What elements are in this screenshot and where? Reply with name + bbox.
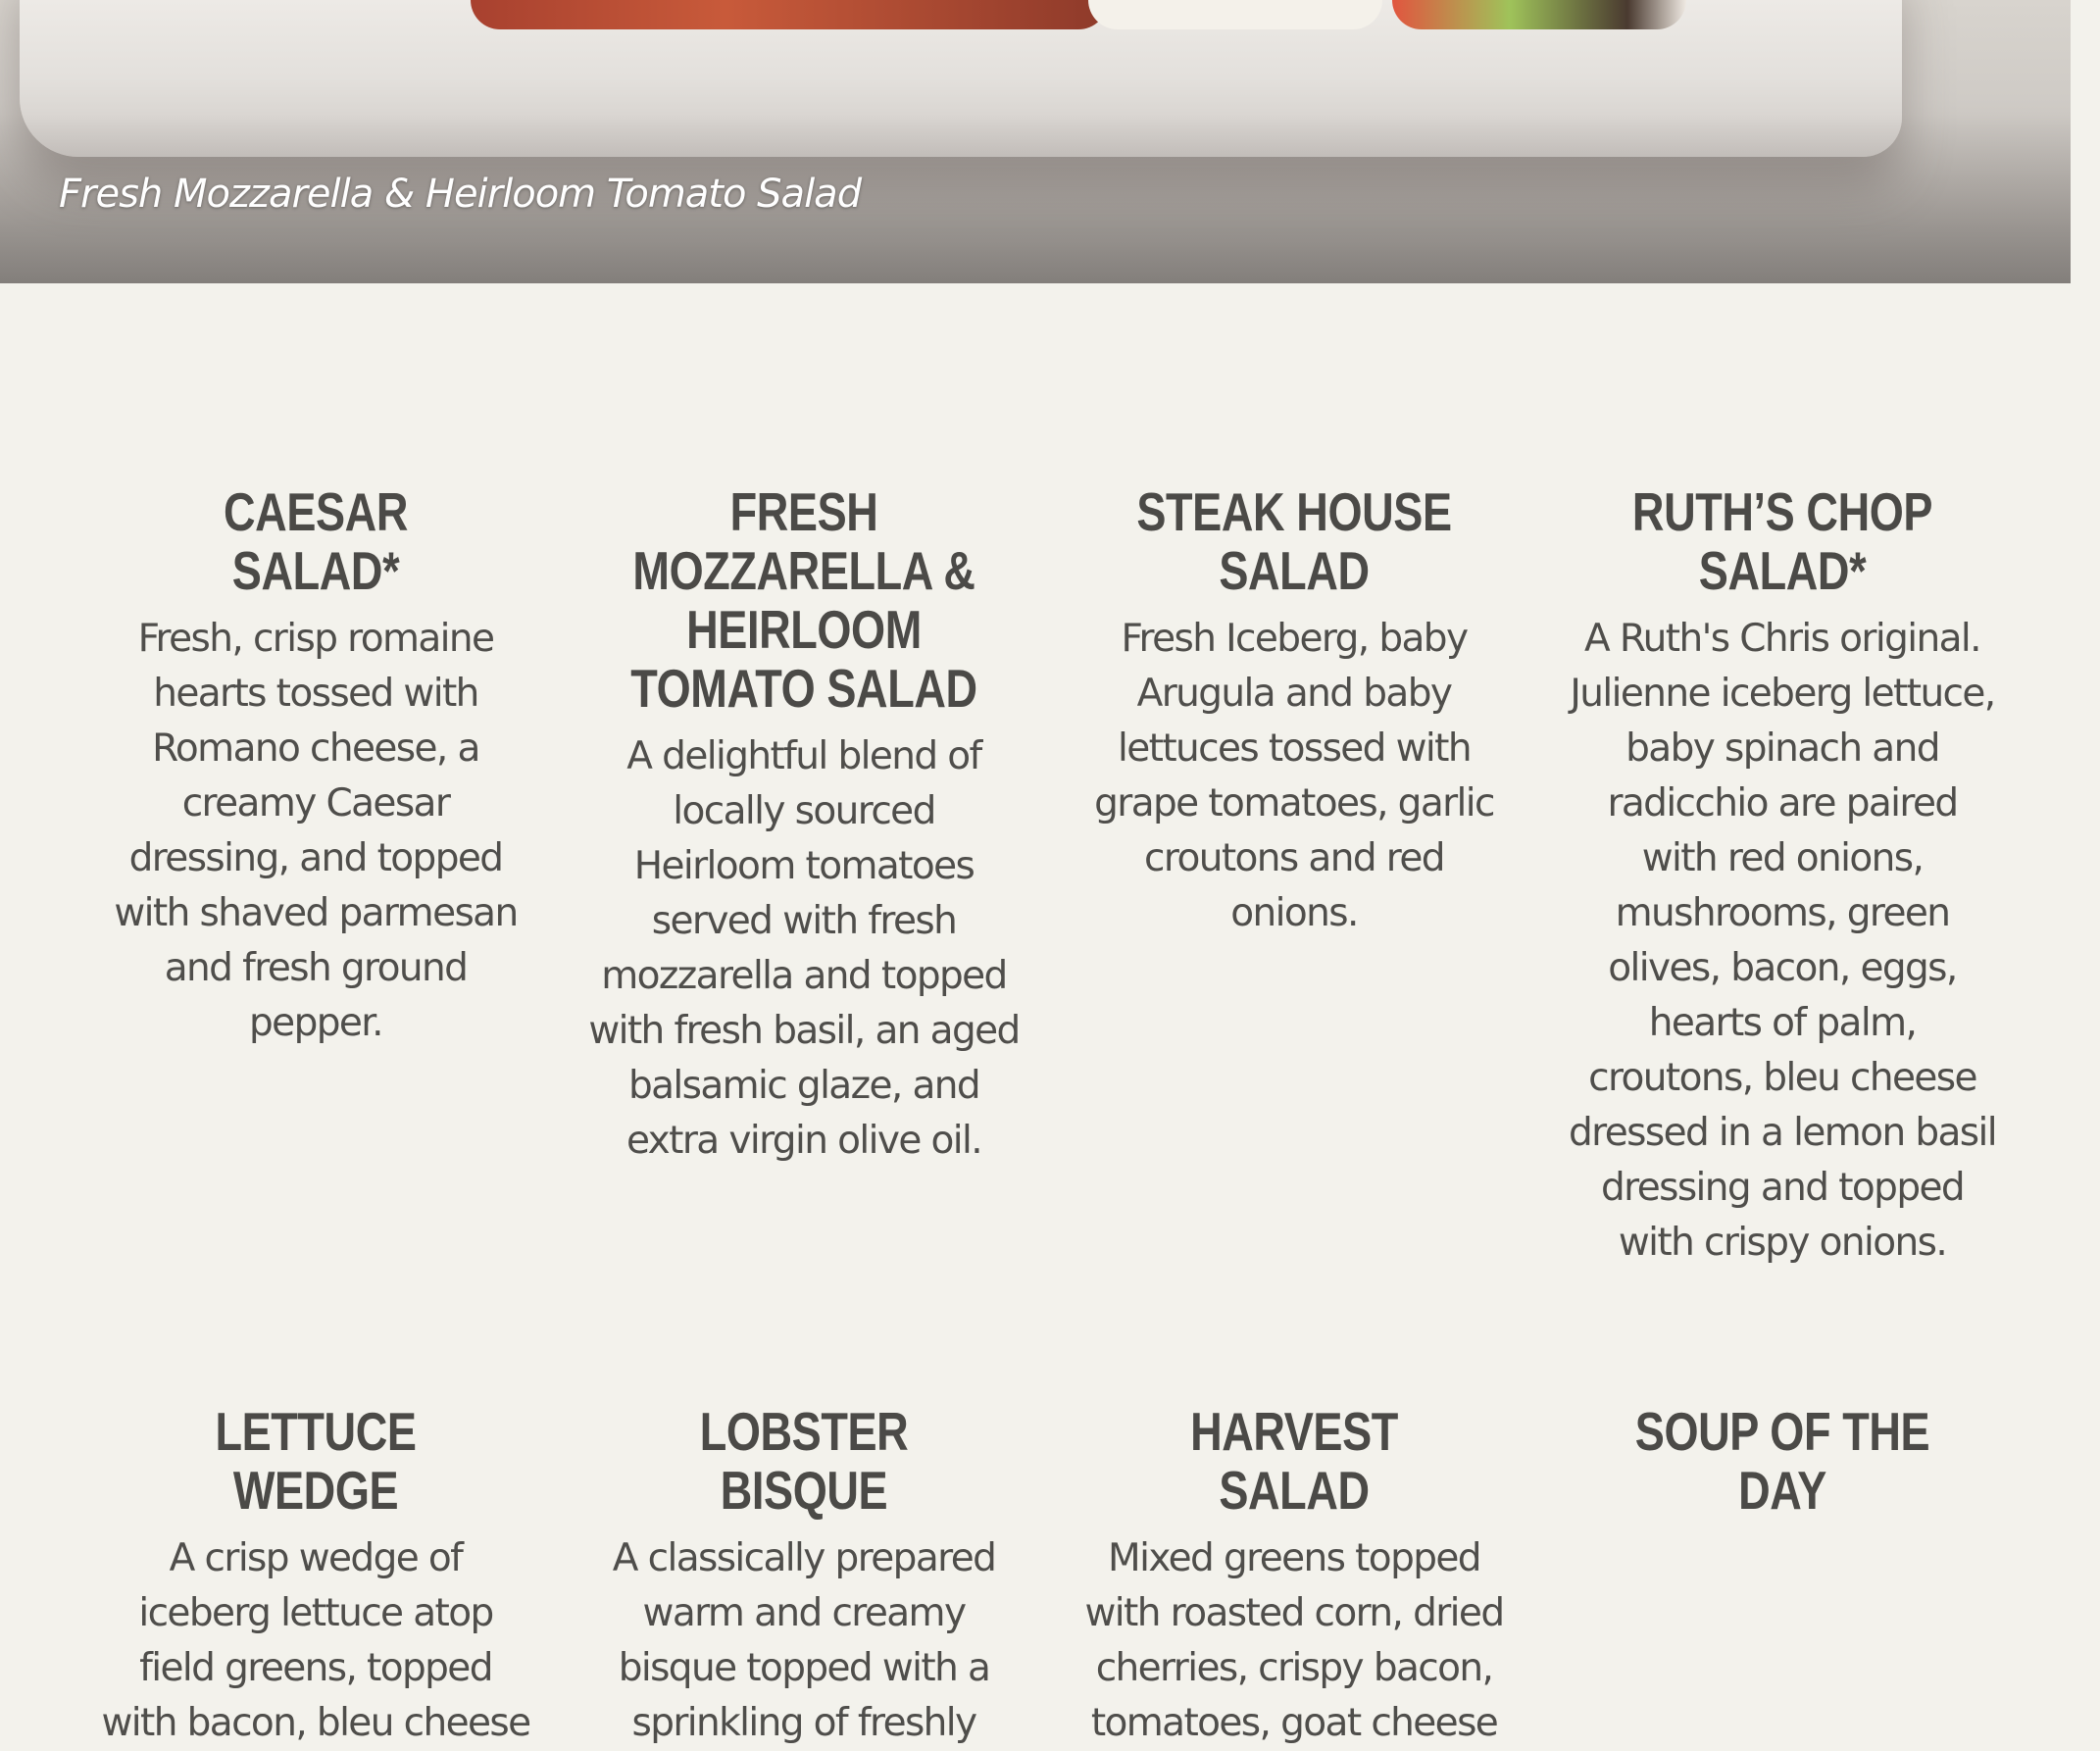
menu-item-lettuce-wedge: LETTUCE WEDGE A crisp wedge of iceberg l… (100, 1401, 532, 1751)
menu-item-description: A crisp wedge of iceberg lettuce atop fi… (101, 1536, 532, 1745)
menu-item-caesar-salad: CAESAR SALAD* Fresh, crisp romaine heart… (100, 482, 531, 1051)
menu-item-lobster-bisque: LOBSTER BISQUE A classically prepared wa… (588, 1402, 1020, 1751)
menu-item-title: STEAK HOUSE SALAD (1136, 481, 1452, 601)
hero-shade (0, 0, 2071, 283)
menu-item-title: FRESH MOZZARELLA & HEIRLOOM TOMATO SALAD (630, 481, 977, 719)
hero-caption: Fresh Mozzarella & Heirloom Tomato Salad (59, 172, 862, 217)
menu-item-title: LETTUCE WEDGE (215, 1401, 417, 1521)
menu-item-description: A delightful blend of locally sourced He… (588, 734, 1021, 1163)
menu-item-description: Mixed greens topped with roasted corn, d… (1084, 1536, 1506, 1745)
menu-item-description: A Ruth's Chris original. Julienne iceber… (1569, 617, 1998, 1265)
menu-item-description: Fresh Iceberg, baby Arugula and baby let… (1094, 617, 1495, 935)
menu-item-mozzarella-salad: FRESH MOZZARELLA & HEIRLOOM TOMATO SALAD… (588, 481, 1021, 1169)
menu-item-title: HARVEST SALAD (1190, 1401, 1398, 1521)
menu-item-title: CAESAR SALAD* (224, 481, 408, 601)
menu-item-soup-of-the-day: SOUP OF THE DAY (1567, 1402, 1998, 1531)
menu-item-harvest-salad: HARVEST SALAD Mixed greens topped with r… (1078, 1402, 1510, 1751)
hero-image: Fresh Mozzarella & Heirloom Tomato Salad (0, 0, 2071, 283)
menu-item-title: LOBSTER BISQUE (699, 1401, 909, 1521)
menu-item-description: A classically prepared warm and creamy b… (612, 1536, 997, 1745)
menu-item-chop-salad: RUTH’S CHOP SALAD* A Ruth's Chris origin… (1567, 482, 1998, 1271)
menu-item-description: Fresh, crisp romaine hearts tossed with … (114, 617, 519, 1045)
menu-item-title: RUTH’S CHOP SALAD* (1631, 481, 1933, 601)
menu-item-title: SOUP OF THE DAY (1634, 1401, 1930, 1521)
menu-item-steak-house-salad: STEAK HOUSE SALAD Fresh Iceberg, baby Ar… (1078, 482, 1510, 941)
